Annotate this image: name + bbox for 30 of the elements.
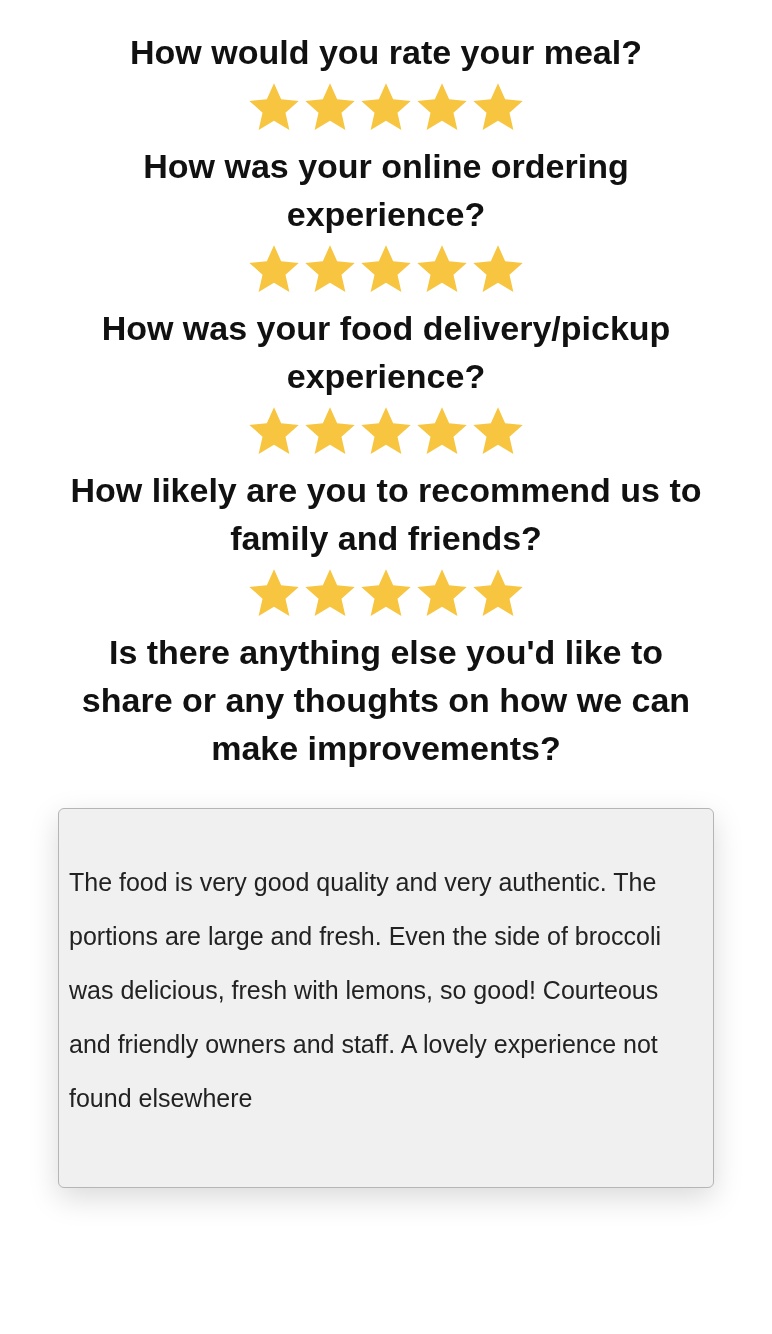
star-icon[interactable] <box>248 568 300 618</box>
star-icon[interactable] <box>472 82 524 132</box>
star-icon[interactable] <box>472 406 524 456</box>
star-icon[interactable] <box>416 568 468 618</box>
star-icon[interactable] <box>360 82 412 132</box>
question-text: How was your online ordering experience? <box>142 146 630 235</box>
star-rating[interactable] <box>248 406 524 456</box>
star-icon[interactable] <box>304 406 356 456</box>
question-text: How was your food delivery/pickup experience? <box>100 308 672 397</box>
star-icon[interactable] <box>304 568 356 618</box>
comment-field[interactable]: The food is very good quality and very authentic. The portions are large and fresh. Even the side of broccoli was delicious, fresh with lemons, so good! Courteous and friendly owners and staff. A lovely experience not found elsewhere <box>58 808 714 1188</box>
star-icon[interactable] <box>416 82 468 132</box>
question-text: Is there anything else you'd like to share or any thoughts on how we can make improvements? <box>80 632 692 769</box>
star-icon[interactable] <box>416 244 468 294</box>
star-icon[interactable] <box>360 244 412 294</box>
star-icon[interactable] <box>360 406 412 456</box>
star-rating[interactable] <box>248 82 524 132</box>
star-icon[interactable] <box>304 82 356 132</box>
star-icon[interactable] <box>248 406 300 456</box>
star-icon[interactable] <box>360 568 412 618</box>
star-rating[interactable] <box>248 568 524 618</box>
star-icon[interactable] <box>472 568 524 618</box>
question-text: How would you rate your meal? <box>129 32 643 73</box>
star-icon[interactable] <box>472 244 524 294</box>
star-icon[interactable] <box>304 244 356 294</box>
star-icon[interactable] <box>416 406 468 456</box>
question-text: How likely are you to recommend us to family and friends? <box>69 470 703 559</box>
star-icon[interactable] <box>248 244 300 294</box>
star-rating[interactable] <box>248 244 524 294</box>
star-icon[interactable] <box>248 82 300 132</box>
